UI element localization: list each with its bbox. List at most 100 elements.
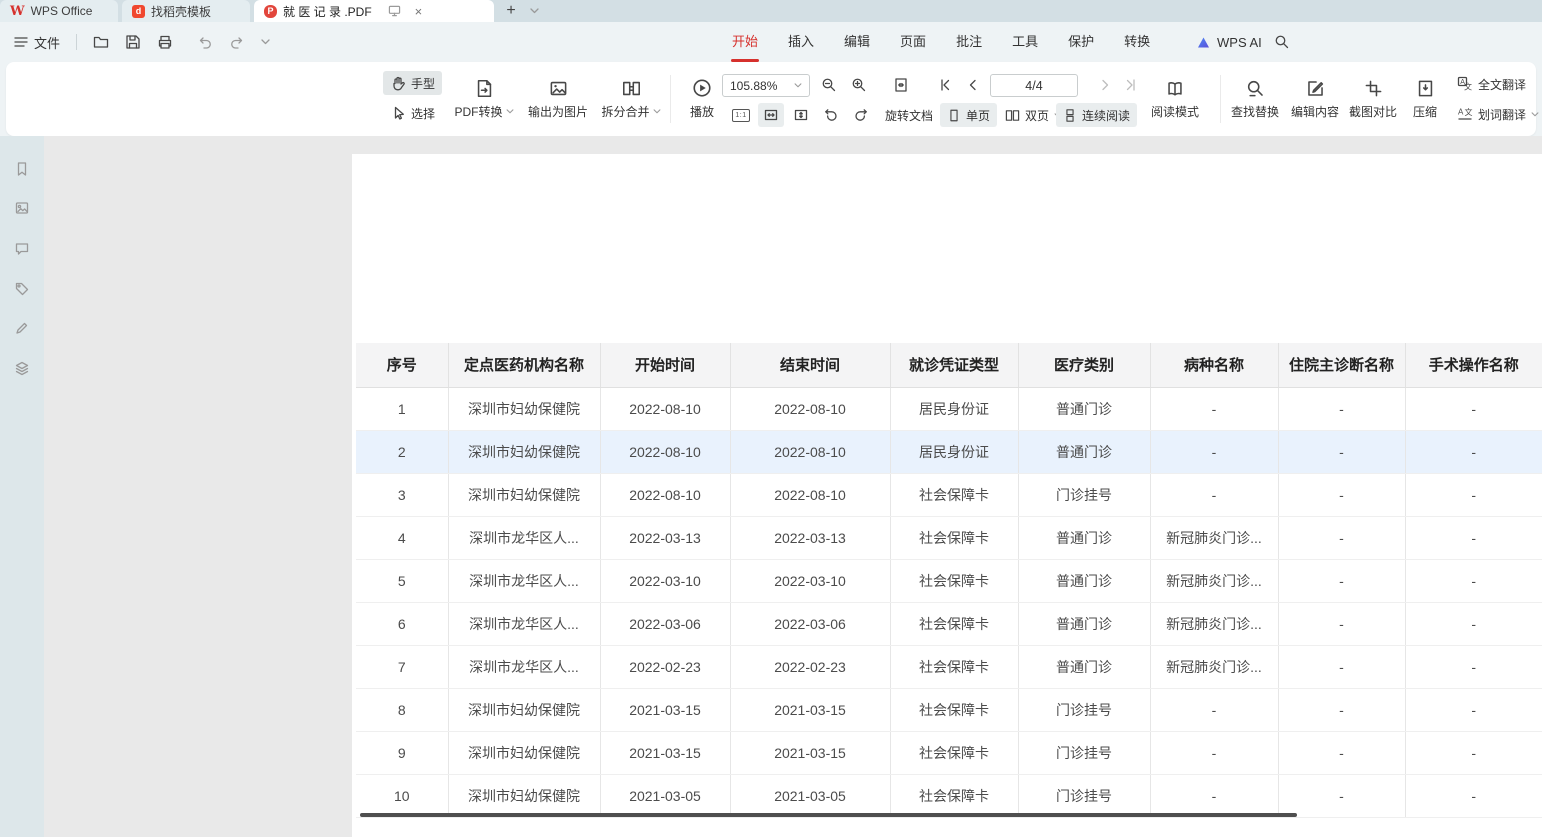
- thumbnails-panel-button[interactable]: [13, 199, 31, 217]
- ribbon-tab-bar: 开始 插入 编辑 页面 批注 工具 保护 转换: [732, 22, 1150, 62]
- monitor-icon[interactable]: [388, 5, 401, 17]
- word-translate-icon: A文: [1457, 106, 1473, 122]
- next-page-icon: [1097, 77, 1113, 93]
- chevron-down-icon: [506, 109, 514, 114]
- compress-button[interactable]: 压缩: [1402, 69, 1448, 129]
- zoom-select[interactable]: 105.88%: [722, 74, 810, 97]
- edit-content-icon: [1306, 79, 1325, 98]
- records-table: 序号定点医药机构名称开始时间结束时间就诊凭证类型医疗类别病种名称住院主诊断名称手…: [356, 343, 1542, 818]
- tab-home[interactable]: 开始: [732, 22, 758, 62]
- tab-page[interactable]: 页面: [900, 22, 926, 62]
- table-cell: 1: [356, 387, 448, 430]
- table-cell: -: [1278, 516, 1405, 559]
- layers-panel-button[interactable]: [13, 359, 31, 377]
- fit-page-button[interactable]: [788, 103, 814, 127]
- table-cell: -: [1405, 473, 1542, 516]
- play-icon: [692, 78, 712, 98]
- tags-panel-button[interactable]: [13, 280, 31, 298]
- tab-docer-templates[interactable]: d 找稻壳模板: [122, 0, 250, 22]
- open-file-button[interactable]: [89, 30, 113, 54]
- rotate-right-button[interactable]: [848, 103, 874, 127]
- actual-size-button[interactable]: 1:1: [728, 103, 754, 127]
- zoom-out-button[interactable]: [816, 73, 842, 97]
- select-tool-label: 选择: [411, 105, 435, 122]
- table-cell: 8: [356, 688, 448, 731]
- pdf-convert-button[interactable]: PDF转换: [452, 69, 516, 129]
- page-number-input[interactable]: [990, 74, 1078, 97]
- zoom-out-icon: [821, 77, 837, 93]
- fit-width-button[interactable]: [758, 103, 784, 127]
- tab-insert[interactable]: 插入: [788, 22, 814, 62]
- tab-wps-office[interactable]: W WPS Office: [0, 0, 118, 22]
- svg-text:A: A: [1458, 108, 1464, 117]
- table-cell: 社会保障卡: [890, 688, 1018, 731]
- full-text-translate-button[interactable]: A文 全文翻译: [1450, 72, 1533, 96]
- tab-tools[interactable]: 工具: [1012, 22, 1038, 62]
- menu-bar: 文件 开始 插入 编辑 页: [0, 22, 1542, 62]
- single-page-button[interactable]: 单页: [940, 103, 997, 127]
- hand-tool-button[interactable]: 手型: [383, 71, 442, 95]
- play-button[interactable]: 播放: [680, 69, 724, 129]
- table-cell: 社会保障卡: [890, 602, 1018, 645]
- split-merge-icon: [622, 79, 641, 98]
- zoom-in-button[interactable]: [846, 73, 872, 97]
- close-tab-icon[interactable]: ×: [413, 4, 425, 19]
- wps-ai-button[interactable]: WPS AI: [1196, 22, 1262, 62]
- printer-icon: [157, 34, 173, 50]
- first-page-button[interactable]: [932, 73, 958, 97]
- horizontal-scrollbar-thumb[interactable]: [360, 813, 1297, 817]
- table-cell: 2: [356, 430, 448, 473]
- fit-to-window-button[interactable]: [888, 73, 914, 97]
- select-tool-button[interactable]: 选择: [383, 101, 442, 125]
- table-cell: 新冠肺炎门诊...: [1150, 645, 1278, 688]
- table-row: 9深圳市妇幼保健院2021-03-152021-03-15社会保障卡门诊挂号--…: [356, 731, 1542, 774]
- table-cell: 深圳市妇幼保健院: [448, 688, 600, 731]
- word-translate-button[interactable]: A文 划词翻译: [1450, 102, 1542, 126]
- table-cell: 5: [356, 559, 448, 602]
- rotate-left-button[interactable]: [818, 103, 844, 127]
- table-cell: -: [1405, 688, 1542, 731]
- tab-protect[interactable]: 保护: [1068, 22, 1094, 62]
- tab-edit[interactable]: 编辑: [844, 22, 870, 62]
- last-page-button[interactable]: [1118, 73, 1144, 97]
- pen-icon: [14, 320, 30, 336]
- previous-page-button[interactable]: [960, 73, 986, 97]
- redo-button[interactable]: [225, 30, 249, 54]
- save-button[interactable]: [121, 30, 145, 54]
- table-cell: 9: [356, 731, 448, 774]
- fit-width-icon: [763, 107, 779, 123]
- split-merge-button[interactable]: 拆分合并: [598, 69, 664, 129]
- table-cell: 2022-08-10: [600, 387, 730, 430]
- tab-comment[interactable]: 批注: [956, 22, 982, 62]
- table-cell: -: [1405, 387, 1542, 430]
- continuous-read-button[interactable]: 连续阅读: [1056, 103, 1137, 127]
- comments-panel-button[interactable]: [13, 240, 31, 258]
- table-cell: 社会保障卡: [890, 645, 1018, 688]
- chevron-down-icon: [261, 39, 270, 45]
- divider: [670, 75, 671, 123]
- bookmarks-panel-button[interactable]: [13, 160, 31, 178]
- history-dropdown-button[interactable]: [257, 30, 273, 54]
- export-image-button[interactable]: 输出为图片: [522, 69, 594, 129]
- tab-convert[interactable]: 转换: [1124, 22, 1150, 62]
- compress-label: 压缩: [1413, 103, 1437, 120]
- annotate-panel-button[interactable]: [13, 319, 31, 337]
- tab-label: WPS Office: [31, 4, 93, 18]
- next-page-button[interactable]: [1092, 73, 1118, 97]
- tab-document[interactable]: P 就 医 记 录 .PDF ×: [254, 0, 494, 22]
- find-replace-button[interactable]: 查找替换: [1226, 69, 1284, 129]
- screenshot-compare-button[interactable]: 截图对比: [1344, 69, 1402, 129]
- table-cell: 2022-08-10: [600, 430, 730, 473]
- thumbnail-icon: [14, 200, 30, 216]
- file-menu-button[interactable]: 文件: [10, 33, 64, 52]
- print-button[interactable]: [153, 30, 177, 54]
- ribbon-search-icon[interactable]: [1270, 30, 1294, 54]
- rotate-document-button[interactable]: 旋转文档: [878, 103, 940, 127]
- book-icon: [1165, 79, 1185, 98]
- read-mode-button[interactable]: 阅读模式: [1148, 69, 1202, 129]
- tab-list-chevron-icon[interactable]: [524, 0, 544, 22]
- edit-content-button[interactable]: 编辑内容: [1286, 69, 1344, 129]
- undo-button[interactable]: [193, 30, 217, 54]
- file-menu-label: 文件: [34, 33, 60, 52]
- new-tab-button[interactable]: +: [498, 0, 524, 22]
